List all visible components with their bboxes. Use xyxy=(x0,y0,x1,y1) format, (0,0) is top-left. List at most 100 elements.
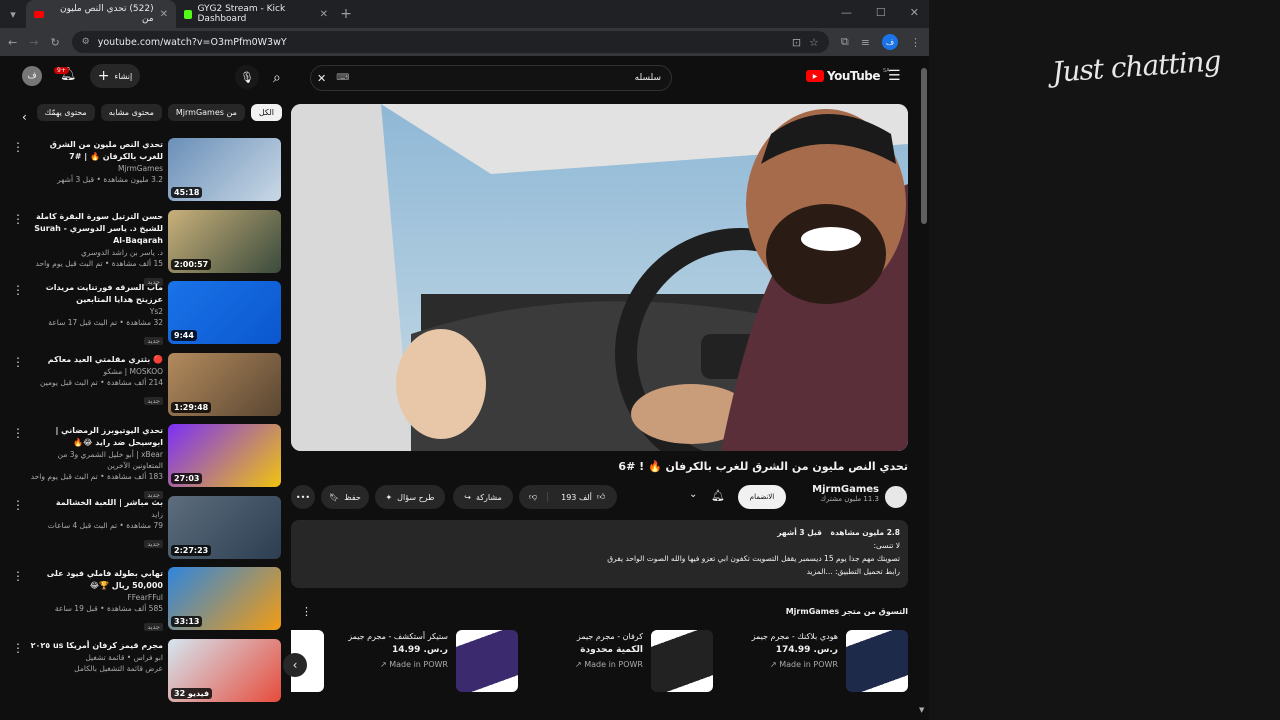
reading-list-icon[interactable]: ≡ xyxy=(861,36,870,49)
channel-info[interactable]: MjrmGames 11.3 مليون مشترك xyxy=(791,484,879,503)
notification-dropdown-icon[interactable]: ⌄ xyxy=(689,489,697,500)
save-button[interactable]: 🔖︎ حفظ xyxy=(321,485,369,509)
profile-avatar[interactable]: ف xyxy=(882,34,898,50)
tab-kick[interactable]: GYG2 Stream - Kick Dashboard ✕ xyxy=(176,0,336,28)
scroll-down-icon[interactable]: ▼ xyxy=(919,706,924,714)
chip-related[interactable]: محتوى مشابه xyxy=(100,104,162,121)
product-source: ↗ Made in POWR xyxy=(574,660,643,669)
new-badge: جديد xyxy=(144,539,163,548)
like-count[interactable]: 193 ألف xyxy=(561,493,592,502)
install-icon[interactable]: ⊡ xyxy=(792,36,801,49)
recommendation-item[interactable]: ⋮ تحدي اليوتيوبرز الرمضاني | ابوسيحل ضد … xyxy=(0,422,285,499)
recommendation-thumbnail[interactable]: 27:03 xyxy=(168,424,281,487)
search-input[interactable]: سلسله xyxy=(635,73,661,83)
dislike-icon[interactable]: 👎︎ xyxy=(529,492,549,502)
recommendation-item[interactable]: ⋮ 🔴 بثتري مقلمتي العيد معاكم MOSKOO | مش… xyxy=(0,351,285,423)
product-card[interactable]: ستيكر أستكشف - مجرم جيمز ر.س.‏ 14.99 ↗ M… xyxy=(328,630,518,692)
youtube-logo[interactable]: ▶ YouTube SA xyxy=(806,68,890,83)
recommendations-list: ⋮ تحدي النص مليون من الشرق للغرب بالكرفا… xyxy=(0,136,285,708)
close-tab-icon[interactable]: ✕ xyxy=(160,9,168,20)
clear-search-icon[interactable]: ✕ xyxy=(317,72,326,85)
recommendation-text: تهابي بطولة فاملي فيود على 50,000 ريال 🏆… xyxy=(28,568,163,633)
new-badge: جديد xyxy=(144,337,163,345)
more-options-icon[interactable]: ⋮ xyxy=(12,641,24,655)
maximize-icon[interactable]: ☐ xyxy=(876,6,886,19)
more-options-icon[interactable]: ⋮ xyxy=(12,569,24,583)
account-avatar[interactable]: ف xyxy=(22,66,42,86)
more-options-icon[interactable]: ⋮ xyxy=(12,140,24,154)
recommendation-channel[interactable]: MjrmGames xyxy=(28,163,163,174)
tab-youtube[interactable]: (522) تحدي النص مليون من ✕ xyxy=(26,0,176,28)
recommendation-thumbnail[interactable]: 9:44 xyxy=(168,281,281,344)
subscriber-count: 11.3 مليون مشترك xyxy=(820,495,879,503)
recommendation-item[interactable]: ⋮ تحدي النص مليون من الشرق للغرب بالكرفا… xyxy=(0,136,285,208)
description-box[interactable]: 2.8 مليون مشاهدة قبل 3 أشهر لا تنسى: تصو… xyxy=(291,520,908,588)
product-name: ستيكر أستكشف - مجرم جيمز xyxy=(348,632,448,641)
share-button[interactable]: ↪ مشاركة xyxy=(453,485,513,509)
recommendation-thumbnail[interactable]: 33:13 xyxy=(168,567,281,630)
product-card[interactable]: كرفان - مجرم جيمز الكمية محدودة ↗ Made i… xyxy=(523,630,713,692)
tab-list-icon[interactable]: ▾ xyxy=(0,8,26,21)
close-window-icon[interactable]: ✕ xyxy=(910,6,919,19)
product-image[interactable] xyxy=(651,630,713,692)
recommendation-channel[interactable]: Ys2 xyxy=(28,306,163,317)
join-button[interactable]: الانضمام xyxy=(738,485,786,509)
back-icon[interactable]: ← xyxy=(8,36,17,49)
ask-button[interactable]: ✦ طرح سؤال xyxy=(375,485,445,509)
video-title: تحدي النص مليون من الشرق للغرب بالكرفان … xyxy=(618,460,908,473)
share-label: مشاركة xyxy=(475,492,502,502)
recommendation-channel[interactable]: MOSKOO | مشكو xyxy=(28,366,163,377)
product-card[interactable]: هودي بلاكنك - مجرم جيمز ر.س.‏ 174.99 ↗ M… xyxy=(718,630,908,692)
chip-from-channel[interactable]: من MjrmGames xyxy=(167,104,245,121)
more-options-icon[interactable]: ⋮ xyxy=(12,283,24,297)
more-options-icon[interactable]: ⋮ xyxy=(12,355,24,369)
recommendation-channel[interactable]: د. ياسر بن راشد الدوسري xyxy=(28,247,163,258)
recommendation-channel[interactable]: xBear | أبو خليل الشمري و3 من المتعاونين… xyxy=(28,449,163,471)
like-icon[interactable]: 👍︎ xyxy=(597,492,605,502)
search-icon[interactable]: ⌕ xyxy=(273,70,281,86)
recommendation-item[interactable]: ⋮ بث مباشر | اللعبة الخشالمة زايد 79 مشا… xyxy=(0,494,285,566)
chip-all[interactable]: الكل xyxy=(250,104,282,121)
new-tab-icon[interactable]: + xyxy=(336,6,356,22)
browser-menu-icon[interactable]: ⋮ xyxy=(910,36,921,49)
channel-avatar[interactable] xyxy=(882,483,910,511)
recommendation-thumbnail[interactable]: 32 فيديو xyxy=(168,638,281,702)
bookmark-icon[interactable]: ☆ xyxy=(809,36,819,49)
create-button[interactable]: + إنشاء xyxy=(90,64,140,88)
recommendation-thumbnail[interactable]: 45:18 xyxy=(168,138,281,201)
shop-menu-icon[interactable]: ⋮ xyxy=(301,605,312,618)
forward-icon[interactable]: → xyxy=(29,36,38,49)
recommendation-thumbnail[interactable]: 2:00:57 xyxy=(168,209,281,273)
product-image[interactable] xyxy=(456,630,518,692)
recommendation-channel[interactable]: زايد xyxy=(28,509,163,520)
close-tab-icon[interactable]: ✕ xyxy=(320,9,328,20)
voice-search-icon[interactable]: 🎙︎ xyxy=(235,65,259,89)
scrollbar-thumb[interactable] xyxy=(921,68,927,224)
more-actions-button[interactable]: ••• xyxy=(291,485,315,509)
url-field[interactable]: ⚙ youtube.com/watch?v=O3mPfm0W3wY ⊡ ☆ xyxy=(71,31,829,53)
recommendation-item[interactable]: ⋮ مجرم قيمز كرفان أمريكا us ٢٠٢٥ ابو فرا… xyxy=(0,637,285,709)
search-box[interactable]: ⌕ ✕ ⌨ سلسله xyxy=(273,65,672,91)
recommendation-item[interactable]: ⋮ تهابي بطولة فاملي فيود على 50,000 ريال… xyxy=(0,565,285,637)
reload-icon[interactable]: ↻ xyxy=(50,36,59,49)
more-options-icon[interactable]: ⋮ xyxy=(12,426,24,440)
site-info-icon[interactable]: ⚙ xyxy=(82,37,90,47)
recommendation-thumbnail[interactable]: 1:29:48 xyxy=(168,352,281,416)
recommendation-channel[interactable]: ابو فراس • قائمة تشغيل xyxy=(28,652,163,663)
recommendation-item[interactable]: ⋮ حسن الترتيل سورة البقرة كاملة للشيخ د.… xyxy=(0,208,285,286)
guide-menu-icon[interactable]: ☰ xyxy=(888,68,901,84)
chips-prev-icon[interactable]: ‹ xyxy=(22,110,27,124)
recommendation-channel[interactable]: FFearFFul xyxy=(28,592,163,603)
minimize-icon[interactable]: — xyxy=(841,6,852,19)
video-player[interactable] xyxy=(291,104,908,451)
shop-prev-icon[interactable]: ‹ xyxy=(283,653,307,677)
keyboard-icon[interactable]: ⌨ xyxy=(336,73,349,83)
product-image[interactable] xyxy=(846,630,908,692)
more-options-icon[interactable]: ⋮ xyxy=(12,498,24,512)
chip-for-you[interactable]: محتوى يهمّك xyxy=(36,104,95,121)
extensions-icon[interactable]: ⧉ xyxy=(841,35,849,49)
recommendation-item[interactable]: ⋮ ماب السرقه فورتنايت مريدات عرزيتح هداي… xyxy=(0,279,285,351)
subscribed-bell-icon[interactable]: 🔔︎ xyxy=(711,489,725,502)
recommendation-thumbnail[interactable]: 2:27:23 xyxy=(168,495,281,559)
more-options-icon[interactable]: ⋮ xyxy=(12,212,24,226)
